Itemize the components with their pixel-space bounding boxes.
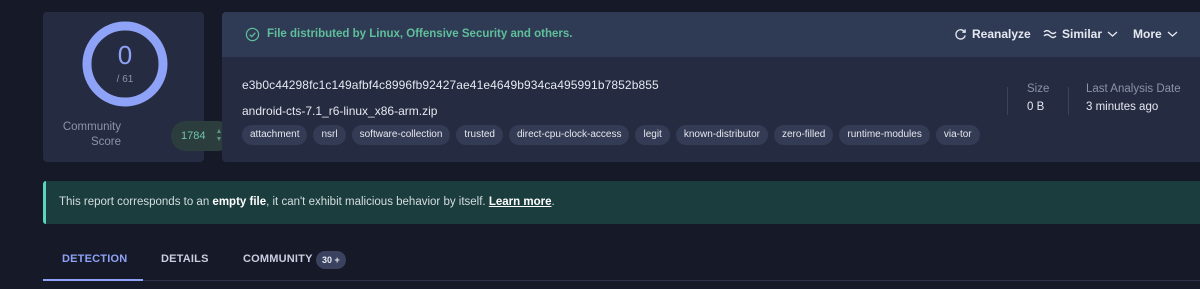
similar-icon <box>1043 29 1057 39</box>
community-score-value: 1784 <box>181 130 206 142</box>
empty-file-banner: This report corresponds to an empty file… <box>43 181 1200 224</box>
last-analysis-value: 3 minutes ago <box>1086 101 1159 113</box>
banner-message: This report corresponds to an empty file… <box>59 196 555 208</box>
file-hash[interactable]: e3b0c44298fc1c149afbf4c8996fb92427ae41e4… <box>242 78 659 92</box>
tag[interactable]: nsrl <box>313 125 346 145</box>
similar-label: Similar <box>1062 27 1103 41</box>
meta-divider <box>1068 87 1069 115</box>
file-info-card: File distributed by Linux, Offensive Sec… <box>222 12 1200 162</box>
learn-more-link[interactable]: Learn more <box>489 196 552 208</box>
similar-dropdown[interactable]: Similar <box>1043 27 1118 41</box>
engine-total: / 61 <box>116 74 134 85</box>
reanalyze-label: Reanalyze <box>972 27 1031 41</box>
community-count-badge: 30 + <box>316 251 346 269</box>
distribution-notice: File distributed by Linux, Offensive Sec… <box>267 28 573 40</box>
tag[interactable]: via-tor <box>935 125 980 145</box>
tab-details[interactable]: DETAILS <box>161 253 209 265</box>
banner-middle: , it can't exhibit malicious behavior by… <box>266 196 489 208</box>
check-circle-icon <box>245 27 260 42</box>
active-tab-indicator <box>43 279 143 281</box>
chevron-down-icon <box>1167 31 1178 37</box>
tag-list: attachment nsrl software-collection trus… <box>242 125 980 145</box>
banner-prefix: This report corresponds to an <box>59 196 213 208</box>
tag[interactable]: trusted <box>456 125 503 145</box>
size-value: 0 B <box>1027 101 1045 113</box>
tab-community[interactable]: COMMUNITY <box>243 253 313 265</box>
banner-suffix: . <box>551 196 555 208</box>
tag[interactable]: known-distributor <box>675 125 768 145</box>
reanalyze-button[interactable]: Reanalyze <box>954 27 1031 41</box>
tag[interactable]: attachment <box>242 125 308 145</box>
detection-score-card: 0 / 61 Community Score 1784 ▲ ▼ <box>43 12 233 162</box>
tag[interactable]: zero-filled <box>774 125 834 145</box>
meta-divider <box>1007 87 1008 115</box>
tabs-divider <box>43 280 1200 281</box>
size-label: Size <box>1027 83 1050 95</box>
more-label: More <box>1133 27 1162 41</box>
tab-detection[interactable]: DETECTION <box>62 253 127 265</box>
tag[interactable]: direct-cpu-clock-access <box>509 125 630 145</box>
refresh-icon <box>955 28 966 40</box>
banner-emphasis: empty file <box>212 196 267 208</box>
tag[interactable]: legit <box>635 125 670 145</box>
file-name: android-cts-7.1_r6-linux_x86-arm.zip <box>242 104 438 118</box>
last-analysis-label: Last Analysis Date <box>1086 83 1181 95</box>
community-score-label: Community Score <box>62 121 121 148</box>
more-dropdown[interactable]: More <box>1133 27 1178 41</box>
file-info-header: File distributed by Linux, Offensive Sec… <box>222 12 1200 57</box>
tag[interactable]: software-collection <box>351 125 451 145</box>
tag[interactable]: runtime-modules <box>839 125 930 145</box>
detection-count: 0 <box>117 40 133 70</box>
chevron-down-icon <box>1107 31 1118 37</box>
